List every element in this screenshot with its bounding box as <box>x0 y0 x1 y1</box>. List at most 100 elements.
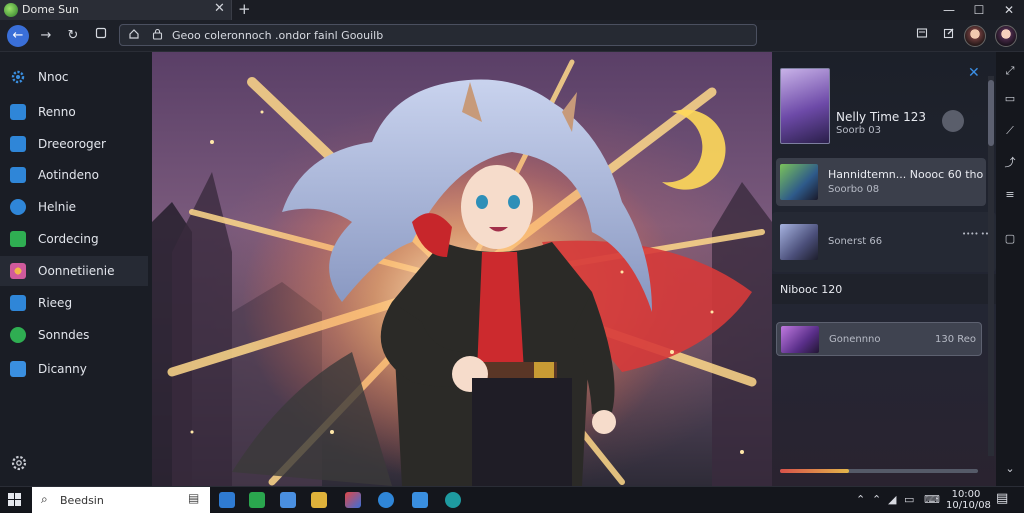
gear-icon <box>10 69 26 85</box>
show-hidden-icons[interactable]: ⌃ <box>856 493 865 506</box>
media-card-3-title: Gonennno <box>829 334 881 345</box>
sidebar-item-oonnetiienie[interactable]: Oonnetiienie <box>0 256 148 286</box>
sidebar-item-cordecing[interactable]: Cordecing <box>0 224 148 254</box>
media-card-3[interactable]: Gonennno 130 Reo <box>776 322 982 356</box>
sidebar-item-label: Rieeg <box>38 296 73 310</box>
sidebar-item-label: Cordecing <box>38 232 99 246</box>
refresh-button[interactable]: ↻ <box>63 26 83 46</box>
flower-icon <box>10 263 26 279</box>
taskbar: ⌕ Beedsin ▤ ⌃ ⌃ ◢ ▭ ⌨ 10:00 10/10/08 ▤ <box>0 486 1024 513</box>
sidebar-item-label: Sonndes <box>38 328 90 342</box>
document-icon <box>10 167 26 183</box>
sidebar-item-helnie[interactable]: Helnie <box>0 192 148 222</box>
new-tab-button[interactable]: + <box>238 0 251 18</box>
media-card-1[interactable]: Hannidtemn... Noooc 60 tho Soorbo 08 <box>776 158 986 206</box>
volume-icon[interactable]: ◢ <box>888 493 896 506</box>
settings-icon[interactable] <box>10 454 28 476</box>
notification-icon[interactable]: ▤ <box>996 491 1008 506</box>
profile-avatar[interactable] <box>964 25 986 47</box>
sidebar-item-nnoc[interactable]: Nnoc <box>0 62 148 92</box>
progress-bar[interactable] <box>780 469 978 473</box>
taskbar-app-2[interactable] <box>249 492 265 508</box>
close-window-button[interactable]: ✕ <box>994 0 1024 20</box>
featured-subtitle: Soorb 03 <box>836 125 881 136</box>
sidebar-item-rieeg[interactable]: Rieeg <box>0 288 148 318</box>
taskbar-app-5[interactable] <box>345 492 361 508</box>
sidebar-item-label: Aotindeno <box>38 168 99 182</box>
tab-actions-icon[interactable] <box>91 26 111 46</box>
panel-scrollbar[interactable] <box>988 76 994 456</box>
media-card-2-tag: •••• •• <box>962 230 989 238</box>
battery-icon[interactable]: ▭ <box>904 493 914 506</box>
taskbar-app-7[interactable] <box>412 492 428 508</box>
media-card-3-count: 130 Reo <box>935 334 977 345</box>
share-icon[interactable]: ⤴ <box>1003 156 1017 170</box>
account-avatar[interactable] <box>995 25 1017 47</box>
featured-thumbnail[interactable] <box>780 68 830 144</box>
featured-title: Nelly Time 123 <box>836 110 927 124</box>
sidebar-item-aotindeno[interactable]: Aotindeno <box>0 160 148 190</box>
chat-icon <box>10 327 26 343</box>
edit-icon[interactable] <box>940 26 958 44</box>
browser-tab[interactable]: Dome Sun ✕ <box>0 0 232 20</box>
expand-icon[interactable]: ⤢ <box>1003 64 1017 78</box>
media-card-1-thumbnail <box>780 164 818 200</box>
title-bar: Dome Sun ✕ + — ☐ ✕ <box>0 0 1024 20</box>
progress-fill <box>780 469 850 473</box>
language-icon[interactable]: ⌨ <box>924 493 940 506</box>
tab-favicon-icon <box>4 3 18 17</box>
media-side-panel: ✕ Nelly Time 123 Soorb 03 Hannidtemn... … <box>772 52 996 486</box>
system-clock[interactable]: 10:00 10/10/08 <box>946 489 991 511</box>
task-view-icon[interactable]: ▤ <box>188 491 199 505</box>
settings-slider-icon[interactable]: ≡ <box>1003 188 1017 202</box>
home-icon[interactable] <box>128 28 140 43</box>
sidebar-item-label: Dicanny <box>38 362 87 376</box>
right-tool-strip: ⤢ ▭ ⟋ ⤴ ≡ ▢ ⌄ <box>996 52 1024 486</box>
media-card-1-title: Hannidtemn... Noooc 60 tho <box>828 168 984 181</box>
sidebar-item-label: Oonnetiienie <box>38 264 115 278</box>
reading-view-icon[interactable] <box>913 26 931 44</box>
chevron-down-icon[interactable]: ⌄ <box>1003 462 1017 476</box>
url-text: Geoo coleronnoch .ondor fainl Goouilb <box>172 29 384 42</box>
address-bar[interactable]: Geoo coleronnoch .ondor fainl Goouilb <box>119 24 757 46</box>
media-card-3-thumbnail <box>781 326 819 353</box>
sidebar-item-label: Nnoc <box>38 70 69 84</box>
ruler-icon[interactable]: ▭ <box>1003 92 1017 106</box>
lock-icon <box>152 28 163 43</box>
maximize-button[interactable]: ☐ <box>964 0 994 20</box>
media-card-2-thumbnail <box>780 224 818 260</box>
sidebar-item-renno[interactable]: Renno <box>0 97 148 127</box>
sidebar-item-dreeoroger[interactable]: Dreeoroger <box>0 129 148 159</box>
media-card-2[interactable]: Sonerst 66 •••• •• <box>772 212 996 272</box>
edge-browser-icon[interactable] <box>378 492 394 508</box>
pin-icon[interactable]: ⟋ <box>1003 124 1017 138</box>
taskbar-app-3[interactable] <box>280 492 296 508</box>
taskbar-app-1[interactable] <box>219 492 235 508</box>
tab-close-icon[interactable]: ✕ <box>214 1 225 16</box>
folder-icon[interactable] <box>311 492 327 508</box>
window-icon[interactable]: ▢ <box>1003 232 1017 246</box>
close-panel-icon[interactable]: ✕ <box>968 65 980 81</box>
sidebar-item-dicanny[interactable]: Dicanny <box>0 354 148 384</box>
network-icon[interactable]: ⌃ <box>872 493 881 506</box>
media-card-2-subtitle: Sonerst 66 <box>828 236 883 247</box>
scrollbar-thumb[interactable] <box>988 80 994 146</box>
forward-button[interactable]: → <box>36 26 56 46</box>
back-button[interactable]: ← <box>7 25 29 47</box>
taskbar-app-8[interactable] <box>445 492 461 508</box>
anime-character-illustration <box>152 59 772 486</box>
folder-icon <box>10 231 26 247</box>
section-label: Nibooc 120 <box>780 283 843 296</box>
media-card-1-subtitle: Soorbo 08 <box>828 184 880 195</box>
sidebar-item-sonndes[interactable]: Sonndes <box>0 320 148 350</box>
sidebar-item-label: Dreeoroger <box>38 137 106 151</box>
sidebar-item-label: Helnie <box>38 200 77 214</box>
clock-time: 10:00 <box>951 489 981 500</box>
section-header: Nibooc 120 <box>772 274 996 304</box>
minimize-button[interactable]: — <box>934 0 964 20</box>
taskbar-search[interactable]: ⌕ Beedsin ▤ <box>32 487 210 513</box>
play-button[interactable] <box>942 110 964 132</box>
sidebar: Nnoc Renno Dreeoroger Aotindeno Helnie C… <box>0 52 152 486</box>
windows-start-button[interactable] <box>8 493 22 507</box>
message-icon <box>10 295 26 311</box>
